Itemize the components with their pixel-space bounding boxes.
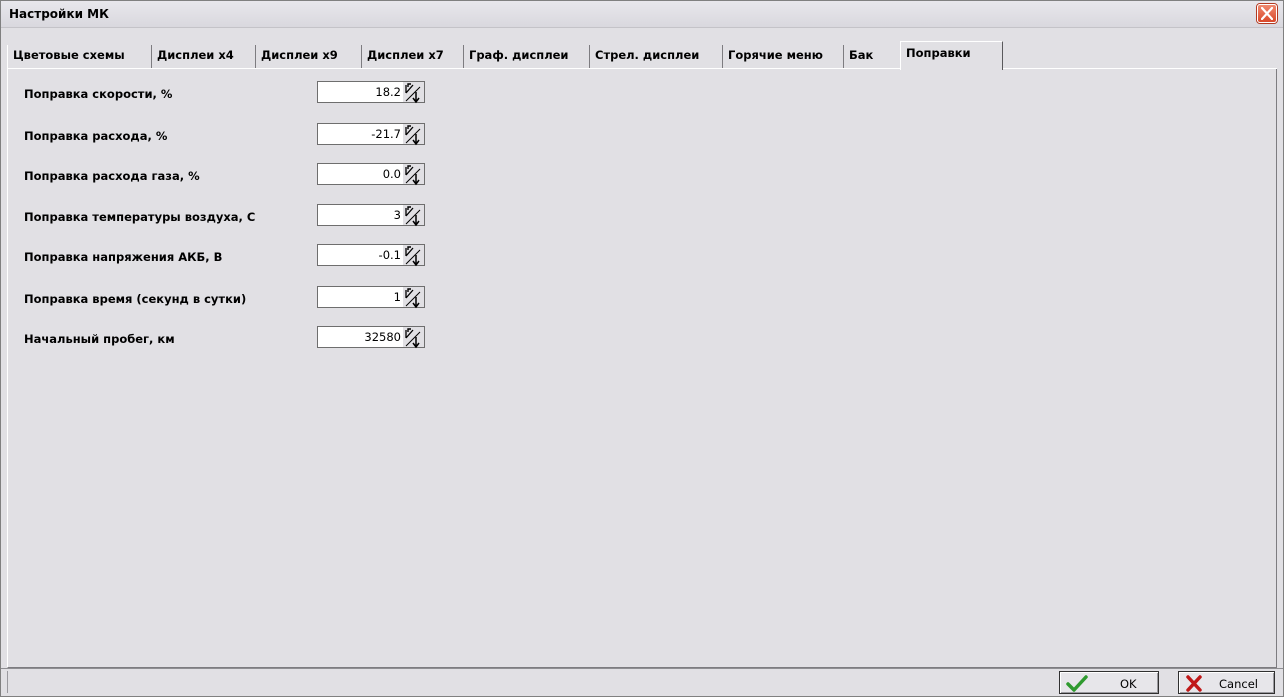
battery-voltage-correction-spinner[interactable]	[317, 244, 429, 267]
tab-gauge-displays[interactable]: Стрел. дисплеи	[590, 45, 723, 69]
initial-mileage-spinner[interactable]	[317, 326, 429, 349]
speed-correction-input[interactable]	[317, 81, 403, 103]
ok-button[interactable]: OK	[1059, 671, 1159, 694]
spin-arrows-icon[interactable]	[403, 244, 425, 267]
field-label: Поправка скорости, %	[24, 87, 173, 101]
x-icon	[1186, 675, 1202, 692]
check-icon	[1066, 675, 1088, 692]
spin-arrows-icon[interactable]	[403, 204, 425, 227]
tab-color-schemes[interactable]: Цветовые схемы	[7, 45, 152, 69]
spin-arrows-icon[interactable]	[403, 326, 425, 349]
cancel-button[interactable]: Cancel	[1178, 671, 1275, 694]
tab-label: Бак	[849, 48, 874, 62]
gas-consumption-correction-input[interactable]	[317, 163, 403, 185]
spin-arrows-icon[interactable]	[403, 81, 425, 104]
air-temperature-correction-spinner[interactable]	[317, 204, 429, 227]
tab-label: Дисплеи x4	[157, 48, 234, 62]
ok-label: OK	[1120, 677, 1137, 691]
spin-arrows-icon[interactable]	[403, 123, 425, 146]
initial-mileage-input[interactable]	[317, 326, 403, 348]
status-separator	[7, 671, 8, 693]
tab-label: Цветовые схемы	[13, 48, 125, 62]
consumption-correction-spinner[interactable]	[317, 123, 429, 146]
tab-displays-x4[interactable]: Дисплеи x4	[152, 45, 256, 69]
gas-consumption-correction-spinner[interactable]	[317, 163, 429, 186]
consumption-correction-input[interactable]	[317, 123, 403, 145]
tab-tank[interactable]: Бак	[844, 45, 900, 69]
field-label: Поправка расхода, %	[24, 129, 168, 143]
cancel-label: Cancel	[1219, 677, 1258, 691]
tab-corrections[interactable]: Поправки	[900, 41, 1003, 70]
speed-correction-spinner[interactable]	[317, 81, 429, 104]
time-correction-spinner[interactable]	[317, 286, 429, 309]
tab-displays-x9[interactable]: Дисплеи x9	[256, 45, 362, 69]
tab-label: Дисплеи x9	[261, 48, 338, 62]
title-bar[interactable]: Настройки МК	[1, 1, 1283, 28]
tab-label: Дисплеи x7	[367, 48, 444, 62]
tab-graph-displays[interactable]: Граф. дисплеи	[464, 45, 590, 69]
tab-label: Граф. дисплеи	[469, 48, 569, 62]
tab-displays-x7[interactable]: Дисплеи x7	[362, 45, 464, 69]
spin-arrows-icon[interactable]	[403, 163, 425, 186]
tab-label: Стрел. дисплеи	[595, 48, 700, 62]
tab-label: Горячие меню	[728, 48, 823, 62]
time-correction-input[interactable]	[317, 286, 403, 308]
field-label: Поправка расхода газа, %	[24, 169, 200, 183]
field-label: Поправка время (секунд в сутки)	[24, 292, 247, 306]
spin-arrows-icon[interactable]	[403, 286, 425, 309]
corrections-panel: Поправка скорости, % Поправка расхода, %…	[7, 69, 1277, 668]
status-bar: OK Cancel	[1, 668, 1283, 696]
field-label: Поправка напряжения АКБ, В	[24, 250, 223, 264]
air-temperature-correction-input[interactable]	[317, 204, 403, 226]
close-button[interactable]	[1257, 4, 1277, 23]
tab-strip: Цветовые схемы Дисплеи x4 Дисплеи x9 Дис…	[7, 41, 1277, 70]
close-icon	[1261, 7, 1273, 20]
tab-label: Поправки	[906, 46, 971, 60]
field-label: Начальный пробег, км	[24, 332, 175, 346]
battery-voltage-correction-input[interactable]	[317, 244, 403, 266]
field-label: Поправка температуры воздуха, С	[24, 210, 256, 224]
window-title: Настройки МК	[9, 7, 109, 21]
tab-hot-menu[interactable]: Горячие меню	[723, 45, 844, 69]
settings-window: Настройки МК Цветовые схемы Дисплеи x4 Д…	[0, 0, 1284, 697]
